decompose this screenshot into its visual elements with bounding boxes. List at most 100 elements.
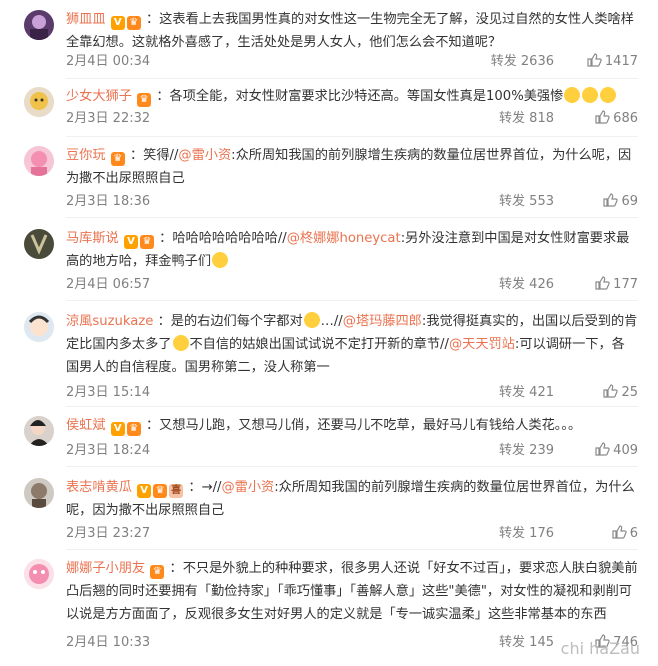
comment-text: ：→//: [188, 480, 222, 495]
share-button[interactable]: 转发 2636: [491, 52, 554, 72]
user-name[interactable]: 侯虹斌: [66, 418, 106, 433]
timestamp: 2月4日 06:57: [66, 277, 151, 292]
like-button[interactable]: 69: [602, 192, 638, 212]
crown-badge-icon: ♛: [137, 93, 152, 107]
mention-link[interactable]: @塔玛藤四郎: [343, 314, 422, 329]
user-name[interactable]: 少女大狮子: [66, 89, 132, 104]
comment-meta: 2月4日 06:57 转发 426 177: [66, 275, 638, 295]
timestamp: 2月3日 18:24: [66, 443, 151, 458]
like-count: 409: [613, 443, 638, 458]
comment-text: ：又想马儿跑，又想马儿俏，还要马儿不吃草，最好马儿有钱给人类花。。。: [145, 418, 582, 433]
crown-badge-icon: ♛: [126, 422, 141, 436]
timestamp: 2月4日 10:33: [66, 635, 151, 650]
v-badge-icon: V: [110, 422, 125, 436]
timestamp: 2月4日 00:34: [66, 54, 151, 69]
thumbs-up-icon: [587, 53, 602, 67]
avatar[interactable]: [24, 478, 54, 508]
comment-body: 侯虹斌 V ♛ ：又想马儿跑，又想马儿俏，还要马儿不吃草，最好马儿有钱给人类花。。…: [66, 414, 638, 437]
comment-body: 表志啃黄瓜 V ♛ 喜 ：→//@雷小资:众所周知我国的前列腺增生疾病的数量位居世界…: [66, 476, 638, 522]
thumbs-up-icon: [603, 193, 619, 207]
comment-meta: 2月3日 15:14 转发 421 25: [66, 383, 638, 403]
like-button[interactable]: 177: [594, 275, 638, 295]
crown-badge-icon: ♛: [153, 484, 168, 498]
comment-meta: 2月4日 10:33 转发 145 746: [66, 633, 638, 653]
mention-link[interactable]: @雷小资: [221, 480, 274, 495]
share-button[interactable]: 转发 818: [499, 109, 554, 129]
user-name[interactable]: 涼風suzukaze: [66, 314, 153, 329]
divider: [66, 136, 638, 137]
timestamp: 2月3日 15:14: [66, 385, 151, 400]
v-badge-icon: V: [123, 235, 138, 249]
avatar[interactable]: [24, 559, 54, 589]
thinking-emoji-icon: [172, 335, 189, 351]
avatar[interactable]: [24, 416, 54, 446]
mention-link[interactable]: @柊娜娜honeycat: [287, 231, 401, 246]
comment-text: 不自信的姑娘出国试试说不定打开新的章节//: [189, 337, 449, 352]
timestamp: 2月3日 18:36: [66, 194, 151, 209]
like-button[interactable]: 25: [602, 383, 638, 403]
divider: [66, 406, 638, 407]
timestamp: 2月3日 23:27: [66, 526, 151, 541]
laugh-cry-emoji-icon: [600, 87, 617, 103]
like-count: 1417: [604, 54, 638, 69]
avatar[interactable]: [24, 229, 54, 259]
comment-body: 豆你玩 ♛ ：笑得//@雷小资:众所周知我国的前列腺增生疾病的数量位居世界首位，…: [66, 144, 638, 190]
comment-meta: 2月4日 00:34 转发 2636 1417: [66, 52, 638, 72]
divider: [66, 300, 638, 301]
like-count: 6: [629, 526, 638, 541]
share-button[interactable]: 转发 421: [499, 383, 554, 403]
thumbs-up-icon: [595, 442, 610, 456]
user-name[interactable]: 娜娜子小朋友: [66, 561, 145, 576]
v-badge-icon: V: [110, 16, 125, 30]
comment-text: ：各项全能，对女性财富要求比沙特还高。等国女性真是100%美强惨: [156, 89, 564, 104]
share-button[interactable]: 转发 553: [499, 192, 554, 212]
comment-text: ：哈哈哈哈哈哈哈哈//: [159, 231, 287, 246]
bottom-fade: [0, 658, 658, 666]
mention-link[interactable]: @雷小资: [178, 148, 231, 163]
like-count: 69: [621, 194, 638, 209]
mention-link[interactable]: @天天罚站: [449, 337, 515, 352]
share-button[interactable]: 转发 426: [499, 275, 554, 295]
comment-text: ：是的右边们每个字都对: [157, 314, 303, 329]
share-button[interactable]: 转发 239: [499, 441, 554, 461]
comment-body: 狮皿皿 V ♛ ：这表看上去我国男性真的对女性这一生物完全无了解，没见过自然的女性…: [66, 8, 638, 54]
comment-meta: 2月3日 18:24 转发 239 409: [66, 441, 638, 461]
like-button[interactable]: 6: [611, 524, 638, 544]
user-name[interactable]: 豆你玩: [66, 148, 106, 163]
comment-text: :众所周知我国的前列腺增生疾病的数量位居世界首位，为什么呢，因为撒不出尿照照自己: [66, 480, 635, 518]
like-button[interactable]: 686: [594, 109, 638, 129]
comment-text: …//: [320, 314, 343, 329]
crown-badge-icon: ♛: [139, 235, 154, 249]
share-button[interactable]: 转发 176: [499, 524, 554, 544]
watermark: chi haZau: [560, 639, 640, 658]
comment-body: 少女大狮子 ♛ ：各项全能，对女性财富要求比沙特还高。等国女性真是100%美强惨: [66, 85, 638, 108]
user-name[interactable]: 表志啃黄瓜: [66, 480, 132, 495]
tag-badge-icon: 喜: [169, 484, 184, 498]
share-button[interactable]: 转发 145: [499, 633, 554, 653]
crown-badge-icon: ♛: [126, 16, 141, 30]
comment-body: 涼風suzukaze ：是的右边们每个字都对 …//@塔玛藤四郎:我觉得挺真实的，…: [66, 310, 638, 379]
user-name[interactable]: 狮皿皿: [66, 12, 106, 27]
thumbs-up-icon: [612, 525, 627, 539]
avatar[interactable]: [24, 146, 54, 176]
crown-badge-icon: ♛: [150, 565, 165, 579]
avatar[interactable]: [24, 10, 54, 40]
avatar[interactable]: [24, 312, 54, 342]
timestamp: 2月3日 22:32: [66, 111, 151, 126]
avatar[interactable]: [24, 87, 54, 117]
divider: [66, 549, 638, 550]
comment-meta: 2月3日 18:36 转发 553 69: [66, 192, 638, 212]
user-name[interactable]: 马库斯说: [66, 231, 119, 246]
grin-emoji-icon: [303, 312, 320, 328]
like-count: 686: [613, 111, 638, 126]
like-count: 177: [613, 277, 638, 292]
like-button[interactable]: 409: [594, 441, 638, 461]
comment-text: ：笑得//: [129, 148, 179, 163]
thumbs-up-icon: [595, 276, 610, 290]
comment-text: ：这表看上去我国男性真的对女性这一生物完全无了解，没见过自然的女性人类啥样 全靠…: [66, 12, 634, 50]
like-button[interactable]: 1417: [586, 52, 638, 72]
comment-body: 娜娜子小朋友 ♛ ：不只是外貌上的种种要求，很多男人还说「好女不过百」，要求恋人…: [66, 557, 638, 626]
thumbs-up-icon: [603, 384, 619, 398]
divider: [66, 78, 638, 79]
laugh-cry-emoji-icon: [564, 87, 581, 103]
